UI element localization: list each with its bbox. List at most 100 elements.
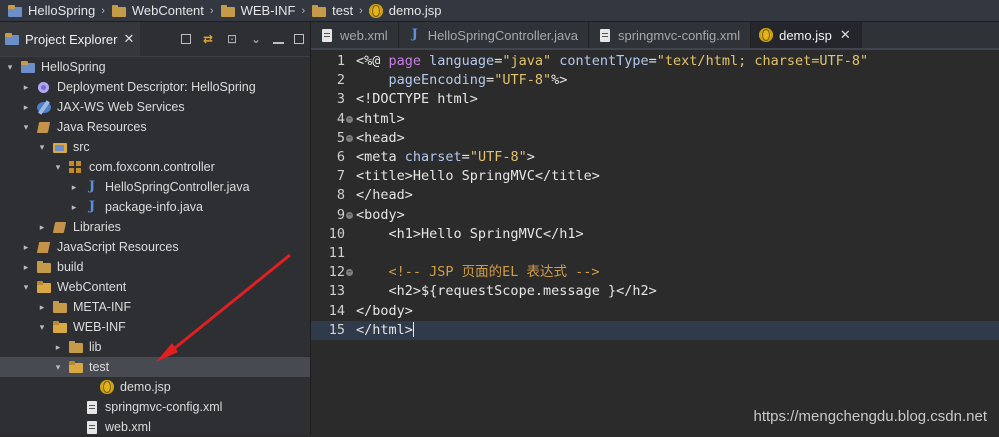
tree-item[interactable]: ▾ Java Resources xyxy=(0,117,310,137)
editor-tab[interactable]: J HelloSpringController.java xyxy=(399,22,589,48)
line-number: 13 xyxy=(328,283,345,300)
chevron-right-icon[interactable]: ▸ xyxy=(36,222,48,233)
chevron-down-icon[interactable]: ▾ xyxy=(20,282,32,293)
chevron-down-icon[interactable]: ▾ xyxy=(4,62,16,73)
editor-tab-bar: web.xml J HelloSpringController.java spring… xyxy=(311,22,999,50)
editor-area: web.xml J HelloSpringController.java spring… xyxy=(311,22,999,435)
code-token: > xyxy=(526,149,535,165)
code-line[interactable]: 6 <meta charset="UTF-8"> xyxy=(311,148,999,167)
chevron-right-icon[interactable]: ▸ xyxy=(20,262,32,273)
code-line[interactable]: 15 </html> xyxy=(311,320,999,340)
line-number: 7 xyxy=(336,168,345,185)
link-with-editor-icon[interactable]: ⇄ xyxy=(201,32,215,46)
close-icon[interactable]: ✕ xyxy=(123,31,134,47)
chevron-right-icon[interactable]: ▸ xyxy=(20,242,32,253)
tree-item[interactable]: web.xml xyxy=(0,417,310,437)
code-line[interactable]: 8 </head> xyxy=(311,186,999,205)
editor-tab[interactable]: springmvc-config.xml xyxy=(589,22,752,48)
fold-toggle-icon[interactable]: − xyxy=(346,115,353,123)
code-text: <h2>${requestScope.message }</h2> xyxy=(356,282,657,301)
chevron-right-icon[interactable]: ▸ xyxy=(20,102,32,113)
code-editor[interactable]: 1 <%@ page language="java" contentType="t… xyxy=(311,50,999,435)
tree-item-label: WebContent xyxy=(57,280,127,294)
folder-icon xyxy=(220,4,236,18)
code-line[interactable]: 9− <body> xyxy=(311,206,999,225)
java-file-icon: J xyxy=(88,199,96,214)
maximize-icon[interactable] xyxy=(294,34,304,44)
tree-item[interactable]: ▸ META-INF xyxy=(0,297,310,317)
chevron-down-icon[interactable]: ▾ xyxy=(36,142,48,153)
tree-item[interactable]: demo.jsp xyxy=(0,377,310,397)
code-line[interactable]: 7 <title>Hello SpringMVC</title> xyxy=(311,167,999,186)
tree-item[interactable]: ▸ lib xyxy=(0,337,310,357)
chevron-down-icon[interactable]: ▾ xyxy=(36,322,48,333)
chevron-right-icon[interactable]: ▸ xyxy=(52,342,64,353)
code-line[interactable]: 2 pageEncoding="UTF-8"%> xyxy=(311,71,999,90)
collapse-all-icon[interactable] xyxy=(181,34,191,44)
fold-toggle-icon[interactable]: − xyxy=(346,211,353,219)
chevron-down-icon[interactable]: ▾ xyxy=(52,162,64,173)
breadcrumb-item[interactable]: WEB-INF xyxy=(217,0,299,22)
chevron-down-icon[interactable]: ▾ xyxy=(52,362,64,373)
tree-item[interactable]: ▾ src xyxy=(0,137,310,157)
tree-item[interactable]: ▾ WEB-INF xyxy=(0,317,310,337)
jsp-file-icon xyxy=(100,380,114,394)
tree-item[interactable]: ▾ com.foxconn.controller xyxy=(0,157,310,177)
project-explorer-title: Project Explorer xyxy=(25,31,118,47)
fold-toggle-icon[interactable]: − xyxy=(346,269,353,277)
text-caret xyxy=(412,322,414,338)
breadcrumb-label: WebContent xyxy=(131,3,204,18)
tree-item[interactable]: ▸ JavaScript Resources xyxy=(0,237,310,257)
tree-item[interactable]: ▸ JAX-WS Web Services xyxy=(0,97,310,117)
tree-item[interactable]: ▾ test xyxy=(0,357,310,377)
view-menu-chevron-down-icon[interactable]: ⌄ xyxy=(249,32,263,46)
code-line[interactable]: 3 <!DOCTYPE html> xyxy=(311,90,999,109)
fold-toggle-icon[interactable]: − xyxy=(346,134,353,142)
editor-tab[interactable]: demo.jsp ✕ xyxy=(751,22,862,48)
tree-item[interactable]: springmvc-config.xml xyxy=(0,397,310,417)
code-token: pageEncoding xyxy=(356,72,487,89)
editor-tab-label: springmvc-config.xml xyxy=(618,27,741,43)
tree-item[interactable]: ▸ Libraries xyxy=(0,217,310,237)
line-number: 14 xyxy=(328,302,345,319)
chevron-right-icon[interactable]: ▸ xyxy=(20,82,32,93)
breadcrumb-separator-icon: › xyxy=(101,4,105,17)
project-explorer-icon xyxy=(4,32,20,46)
close-icon[interactable]: ✕ xyxy=(840,27,851,43)
chevron-right-icon[interactable]: ▸ xyxy=(68,202,80,213)
tree-item[interactable]: ▾ HelloSpring xyxy=(0,57,310,77)
code-token: </html> xyxy=(356,321,413,338)
breadcrumb-item[interactable]: WebContent xyxy=(108,0,207,22)
tree-item-label: Libraries xyxy=(73,220,121,234)
code-text: <html> xyxy=(356,110,405,129)
breadcrumb-item[interactable]: HelloSpring xyxy=(4,0,98,22)
tree-item[interactable]: ▸ Deployment Descriptor: HelloSpring xyxy=(0,77,310,97)
editor-tab[interactable]: web.xml xyxy=(311,22,399,48)
tree-item[interactable]: ▸ J HelloSpringController.java xyxy=(0,177,310,197)
breadcrumb-separator-icon: › xyxy=(359,4,363,17)
editor-tab-label: demo.jsp xyxy=(779,27,832,43)
code-token: </body> xyxy=(356,302,413,319)
chevron-right-icon[interactable]: ▸ xyxy=(68,182,80,193)
code-line[interactable]: 1 <%@ page language="java" contentType="t… xyxy=(311,52,999,71)
tree-item[interactable]: ▸ Jpackage-info.java xyxy=(0,197,310,217)
tree-item[interactable]: ▾ WebContent xyxy=(0,277,310,297)
project-explorer-tab[interactable]: Project Explorer ✕ xyxy=(0,22,141,56)
focus-icon[interactable]: ⊡ xyxy=(225,32,239,46)
code-line[interactable]: 12− <!-- JSP 页面的EL 表达式 --> xyxy=(311,263,999,282)
chevron-right-icon[interactable]: ▸ xyxy=(36,302,48,313)
breadcrumb-item[interactable]: test xyxy=(308,0,356,22)
tree-item[interactable]: ▸ build xyxy=(0,257,310,277)
minimize-icon[interactable] xyxy=(273,35,284,44)
breadcrumb-item[interactable]: demo.jsp xyxy=(366,0,445,22)
code-line[interactable]: 5− <head> xyxy=(311,129,999,148)
code-token: <body> xyxy=(356,206,405,223)
code-line[interactable]: 11 xyxy=(311,244,999,263)
code-line[interactable]: 4− <html> xyxy=(311,110,999,129)
code-line[interactable]: 14 </body> xyxy=(311,302,999,321)
code-line[interactable]: 10 <h1>Hello SpringMVC</h1> xyxy=(311,225,999,244)
libraries-icon xyxy=(52,220,68,234)
chevron-down-icon[interactable]: ▾ xyxy=(20,122,32,133)
code-line[interactable]: 13 <h2>${requestScope.message }</h2> xyxy=(311,282,999,301)
java-file-icon: J xyxy=(411,27,418,42)
